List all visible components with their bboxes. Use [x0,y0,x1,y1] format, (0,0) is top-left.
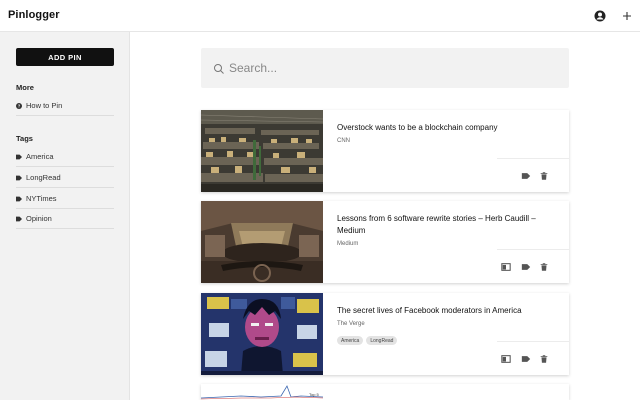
pin-thumbnail[interactable] [201,110,323,192]
pin-title[interactable]: Lessons from 6 software rewrite stories … [337,213,551,236]
tag-chip-longread[interactable]: LongRead [366,336,398,345]
delete-icon[interactable] [539,171,549,181]
sidebar-item-label: LongRead [26,173,61,182]
chart-label: Top 5 [309,392,320,397]
reader-view-icon[interactable] [501,354,511,364]
sidebar-item-label: NYTimes [26,194,57,203]
tag-icon[interactable] [521,354,531,364]
sidebar-tag-longread[interactable]: LongRead [16,168,114,188]
pin-title[interactable]: Overstock wants to be a blockchain compa… [337,122,551,134]
tag-icon [16,154,22,160]
pin-source: CNN [337,138,350,144]
search-bar [201,48,569,88]
card-divider [497,249,569,250]
help-circle-icon: ? [16,102,22,109]
pin-source: The Verge [337,321,365,327]
pin-card-partial: Top 5 [201,384,569,400]
search-input[interactable] [229,58,549,78]
card-divider [497,341,569,342]
tag-icon [16,216,22,222]
svg-text:?: ? [18,103,21,108]
card-divider [497,158,569,159]
tag-icon[interactable] [521,171,531,181]
sidebar-tag-america[interactable]: America [16,147,114,167]
reader-view-icon[interactable] [501,262,511,272]
sidebar-item-label: Opinion [26,214,52,223]
sidebar-tag-opinion[interactable]: Opinion [16,209,114,229]
tag-icon[interactable] [521,262,531,272]
tag-icon [16,196,22,202]
pin-card: The secret lives of Facebook moderators … [201,293,569,375]
delete-icon[interactable] [539,354,549,364]
pin-title[interactable]: The secret lives of Facebook moderators … [337,305,551,317]
search-icon [213,62,225,74]
pin-tags: America LongRead [337,336,398,345]
app-title: Pinlogger [8,9,60,21]
add-pin-button[interactable]: ADD PIN [16,48,114,66]
pin-card: Overstock wants to be a blockchain compa… [201,110,569,192]
sidebar-item-label: How to Pin [26,101,63,110]
plus-icon[interactable] [621,10,633,22]
tag-chip-america[interactable]: America [337,336,364,345]
pin-card: Lessons from 6 software rewrite stories … [201,201,569,283]
top-bar: Pinlogger [0,0,640,32]
tags-section-title: Tags [16,134,33,143]
delete-icon[interactable] [539,262,549,272]
sidebar-item-how-to-pin[interactable]: ? How to Pin [16,96,114,116]
pin-thumbnail[interactable] [201,293,323,375]
sidebar-tag-nytimes[interactable]: NYTimes [16,189,114,209]
sidebar-item-label: America [26,152,54,161]
more-section-title: More [16,83,34,92]
account-circle-icon[interactable] [594,10,606,22]
pin-thumbnail[interactable]: Top 5 [201,384,323,400]
pin-thumbnail[interactable] [201,201,323,283]
tag-icon [16,175,22,181]
sidebar: ADD PIN More ? How to Pin Tags America L… [0,32,130,400]
pin-source: Medium [337,241,359,247]
